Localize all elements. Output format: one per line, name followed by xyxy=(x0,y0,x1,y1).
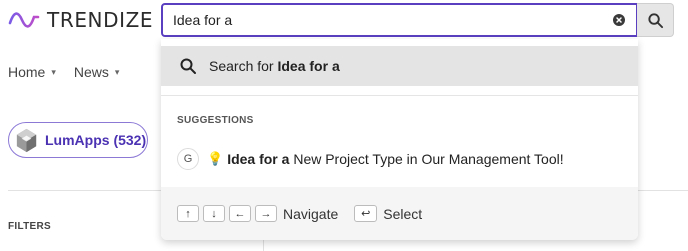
nav-item-news[interactable]: News ▾ xyxy=(74,64,120,80)
suggestion-text: Idea for a New Project Type in Our Manag… xyxy=(227,151,563,167)
suggestion-rest: New Project Type in Our Management Tool! xyxy=(289,151,564,167)
arrow-right-key-icon: → xyxy=(255,205,277,222)
search-for-query: Idea for a xyxy=(277,58,340,74)
wave-logo-icon xyxy=(8,12,40,28)
filters-heading: FILTERS xyxy=(8,221,52,232)
lightbulb-icon: 💡 xyxy=(207,151,224,166)
arrow-left-key-icon: ← xyxy=(229,205,251,222)
search-icon xyxy=(647,12,663,28)
search-icon xyxy=(180,58,196,74)
clear-search-icon[interactable] xyxy=(613,14,625,26)
search-for-prefix: Search for xyxy=(209,58,278,74)
nav-item-home[interactable]: Home ▾ xyxy=(8,64,56,80)
brand-name: TRENDIZE xyxy=(47,8,154,32)
nav-item-label: Home xyxy=(8,64,46,80)
search-input-value: Idea for a xyxy=(173,12,233,28)
enter-key-icon: ↩ xyxy=(354,205,378,222)
select-hint: Select xyxy=(383,205,423,222)
dropdown-divider xyxy=(161,95,638,96)
main-nav: Home ▾ News ▾ xyxy=(8,64,119,80)
arrow-down-key-icon: ↓ xyxy=(203,205,225,222)
search-for-option[interactable]: Search for Idea for a xyxy=(161,46,638,86)
suggestion-match: Idea for a xyxy=(227,151,290,167)
search-suggestions-dropdown: Search for Idea for a SUGGESTIONS G 💡 Id… xyxy=(161,39,638,240)
chevron-down-icon: ▾ xyxy=(114,66,120,77)
brand-logo[interactable]: TRENDIZE xyxy=(8,5,153,35)
search-input[interactable]: Idea for a xyxy=(161,3,638,37)
google-source-icon: G xyxy=(177,148,199,170)
nav-item-label: News xyxy=(73,64,109,80)
search-for-label: Search for Idea for a xyxy=(209,58,340,74)
search-button[interactable] xyxy=(637,3,674,37)
navigate-hint: Navigate xyxy=(283,205,339,222)
lumapps-filter-chip[interactable]: LumApps (532) xyxy=(8,122,148,158)
lumapps-logo-icon xyxy=(16,128,37,152)
dropdown-footer: ↑ ↓ ← → Navigate ↩ Select xyxy=(161,187,638,240)
suggestions-heading: SUGGESTIONS xyxy=(177,115,254,126)
chevron-down-icon: ▾ xyxy=(51,66,56,77)
chip-label: LumApps (532) xyxy=(45,132,147,148)
arrow-up-key-icon: ↑ xyxy=(177,205,199,222)
suggestion-item[interactable]: G 💡 Idea for a New Project Type in Our M… xyxy=(177,147,564,171)
